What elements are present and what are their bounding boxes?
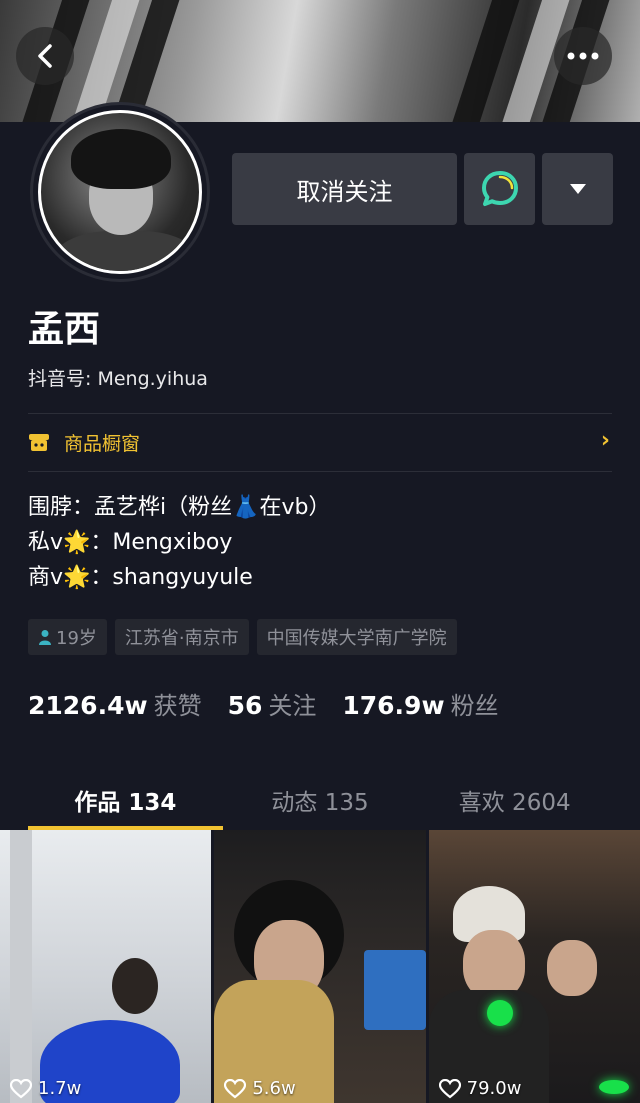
bio-line: 私v🌟：Mengxiboy [28, 530, 233, 555]
tab-likes[interactable]: 喜欢 2604 [417, 770, 612, 830]
dropdown-button[interactable] [542, 153, 613, 225]
tab-activity[interactable]: 动态 135 [223, 770, 418, 830]
profile-tags: 19岁 江苏省·南京市 中国传媒大学南广学院 [28, 619, 457, 655]
video-likes-count: 79.0w [466, 1078, 522, 1099]
caret-down-icon [569, 184, 586, 194]
tag-location: 江苏省·南京市 [114, 619, 249, 655]
shop-window-row[interactable]: 商品橱窗 › [28, 424, 612, 460]
back-button[interactable] [16, 27, 74, 85]
message-button[interactable] [464, 153, 535, 225]
bio-line: 商v🌟：shangyuyule [28, 565, 253, 590]
profile-name: 孟西 [28, 309, 101, 350]
tag-age: 19岁 [28, 619, 107, 655]
tag-school: 中国传媒大学南广学院 [256, 619, 457, 655]
video-likes: 1.7w [10, 1078, 81, 1099]
bio-line: 围脖：孟艺桦i（粉丝👗在vb） [28, 495, 331, 520]
avatar-image [38, 110, 202, 274]
douyin-id: 抖音号: Meng.yihua [28, 364, 208, 391]
stat-followers-value: 176.9w [342, 691, 445, 720]
tag-age-label: 19岁 [56, 628, 97, 649]
profile-stats: 2126.4w 获赞 56 关注 176.9w 粉丝 [28, 686, 525, 721]
tag-location-label: 江苏省·南京市 [124, 628, 239, 649]
video-likes-count: 1.7w [38, 1078, 82, 1099]
video-likes-count: 5.6w [252, 1078, 296, 1099]
stat-likes-value: 2126.4w [28, 691, 148, 720]
stat-likes: 2126.4w 获赞 [28, 686, 202, 721]
more-dots-icon [567, 52, 599, 60]
divider [28, 471, 612, 472]
stat-following-value: 56 [227, 691, 263, 720]
shop-icon [28, 431, 50, 453]
stat-followers-label: 粉丝 [450, 692, 499, 720]
profile-banner [0, 0, 640, 122]
avatar[interactable] [30, 102, 210, 282]
heart-icon [224, 1078, 247, 1098]
bio: 围脖：孟艺桦i（粉丝👗在vb） 私v🌟：Mengxiboy 商v🌟：shangy… [28, 490, 331, 595]
chevron-right-icon: › [600, 428, 610, 453]
video-thumbnail[interactable]: 79.0w [428, 830, 640, 1103]
video-thumbnail[interactable]: 5.6w [214, 830, 426, 1103]
douyin-id-label: 抖音号: [28, 368, 92, 390]
divider [28, 413, 612, 414]
stat-followers[interactable]: 176.9w 粉丝 [342, 686, 498, 721]
more-button[interactable] [554, 27, 612, 85]
heart-icon [438, 1078, 461, 1098]
unfollow-button[interactable]: 取消关注 [232, 153, 457, 225]
stat-following[interactable]: 56 关注 [228, 686, 317, 721]
content-tabs: 作品 134 动态 135 喜欢 2604 [28, 770, 612, 830]
male-icon [39, 630, 51, 645]
video-thumbnail[interactable]: 1.7w [0, 830, 212, 1103]
stat-following-label: 关注 [268, 692, 317, 720]
video-likes: 5.6w [224, 1078, 296, 1099]
tag-school-label: 中国传媒大学南广学院 [266, 628, 447, 649]
douyin-id-value: Meng.yihua [97, 368, 208, 390]
chat-bubble-icon [481, 171, 518, 206]
shop-window-label: 商品橱窗 [64, 432, 141, 455]
heart-icon [10, 1078, 32, 1098]
tab-works[interactable]: 作品 134 [28, 770, 223, 830]
video-grid: 1.7w 5.6w 79.0w [0, 830, 640, 1103]
video-likes: 79.0w [438, 1078, 522, 1099]
stat-likes-label: 获赞 [153, 692, 202, 720]
chevron-left-icon [38, 44, 52, 68]
